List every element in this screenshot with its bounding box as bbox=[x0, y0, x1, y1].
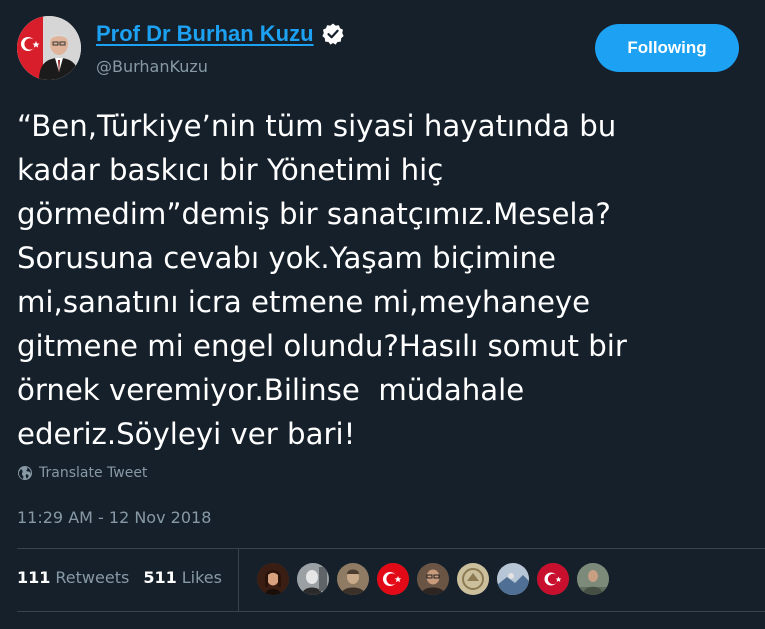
tweet-stats: 111 Retweets 511 Likes bbox=[17, 568, 222, 587]
translate-tweet-link[interactable]: Translate Tweet bbox=[17, 465, 147, 481]
translate-tweet-label: Translate Tweet bbox=[39, 465, 148, 481]
globe-icon bbox=[18, 466, 32, 480]
liker-avatar-emblem-beige[interactable] bbox=[457, 563, 489, 595]
retweets-label: Retweets bbox=[55, 568, 130, 587]
following-button[interactable]: Following bbox=[595, 24, 739, 72]
retweets-count: 111 bbox=[17, 568, 51, 587]
stats-divider-bottom bbox=[17, 611, 765, 612]
author-name-row: Prof Dr Burhan Kuzu bbox=[96, 21, 345, 47]
author-handle[interactable]: @BurhanKuzu bbox=[96, 57, 208, 76]
liker-avatars bbox=[257, 563, 617, 595]
author-avatar[interactable] bbox=[17, 16, 81, 80]
verified-badge-icon bbox=[321, 22, 345, 46]
liker-avatar-man-glasses[interactable] bbox=[417, 563, 449, 595]
stats-divider-top bbox=[17, 548, 765, 549]
liker-avatar-man-outdoor[interactable] bbox=[577, 563, 609, 595]
likes-count: 511 bbox=[143, 568, 177, 587]
tweet-text: “Ben,Türkiye’nin tüm siyasi hayatında bu… bbox=[17, 109, 627, 451]
liker-avatar-turkish-flag-crescent[interactable] bbox=[537, 563, 569, 595]
likes-label: Likes bbox=[181, 568, 222, 587]
liker-avatar-landscape-blue[interactable] bbox=[497, 563, 529, 595]
liker-avatar-man-sepia[interactable] bbox=[337, 563, 369, 595]
liker-avatar-turkish-flag[interactable] bbox=[377, 563, 409, 595]
liker-avatar-man-gray[interactable] bbox=[297, 563, 329, 595]
tweet-timestamp[interactable]: 11:29 AM - 12 Nov 2018 bbox=[17, 508, 211, 527]
liker-avatar-woman-dark-hair[interactable] bbox=[257, 563, 289, 595]
retweets-stat[interactable]: 111 Retweets bbox=[17, 568, 129, 587]
author-name[interactable]: Prof Dr Burhan Kuzu bbox=[96, 21, 314, 47]
likes-stat[interactable]: 511 Likes bbox=[143, 568, 222, 587]
stats-vertical-divider bbox=[238, 549, 239, 611]
